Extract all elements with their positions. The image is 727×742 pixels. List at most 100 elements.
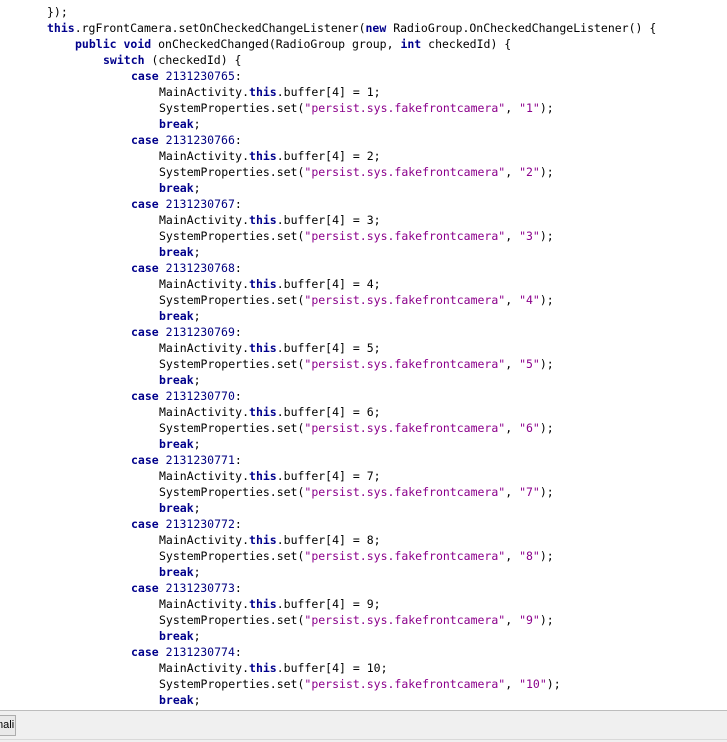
code-token: : [234, 453, 242, 467]
code-token: 2131230765 [165, 69, 235, 83]
code-token: .buffer[4] = 10; [276, 661, 388, 675]
code-token: "persist.sys.fakefrontcamera" [304, 421, 506, 435]
code-token: case [131, 645, 159, 659]
code-line: MainActivity.this.buffer[4] = 10; [159, 660, 388, 676]
code-token: ); [539, 165, 554, 179]
code-token: 2131230769 [165, 325, 235, 339]
code-token: case [131, 69, 159, 83]
code-line: break; [159, 564, 201, 580]
code-token: , [505, 613, 520, 627]
code-token: ; [193, 629, 201, 643]
code-line: break; [159, 436, 201, 452]
code-line: SystemProperties.set("persist.sys.fakefr… [159, 484, 554, 500]
code-line: SystemProperties.set("persist.sys.fakefr… [159, 356, 554, 372]
code-token: SystemProperties.set( [159, 677, 305, 691]
code-token: , [505, 165, 520, 179]
code-token: "persist.sys.fakefrontcamera" [304, 613, 506, 627]
code-token: checkedId) { [421, 37, 512, 51]
code-token: this [249, 597, 277, 611]
partial-line-fragment [46, 0, 52, 2]
code-token: : [234, 261, 242, 275]
code-token: SystemProperties.set( [159, 293, 305, 307]
code-token: .buffer[4] = 6; [276, 405, 381, 419]
code-token: ; [193, 565, 201, 579]
code-token: break [159, 693, 194, 707]
code-line: SystemProperties.set("persist.sys.fakefr… [159, 292, 554, 308]
code-token: MainActivity. [159, 277, 250, 291]
code-token: onCheckedChanged(RadioGroup group, [151, 37, 401, 51]
code-token: SystemProperties.set( [159, 485, 305, 499]
code-line: break; [159, 244, 201, 260]
code-token: break [159, 245, 194, 259]
bottom-bar: mali [0, 711, 727, 742]
code-token: this [47, 21, 75, 35]
code-token: ; [193, 693, 201, 707]
code-line: MainActivity.this.buffer[4] = 1; [159, 84, 381, 100]
code-token: , [505, 357, 520, 371]
code-token: MainActivity. [159, 597, 250, 611]
code-token: (checkedId) { [144, 53, 242, 67]
code-token: 2131230774 [165, 645, 235, 659]
code-line: MainActivity.this.buffer[4] = 7; [159, 468, 381, 484]
code-line: case 2131230767: [131, 196, 242, 212]
code-token: "persist.sys.fakefrontcamera" [304, 101, 506, 115]
code-token: ; [193, 117, 201, 131]
bottom-tab[interactable]: mali [0, 715, 16, 736]
code-token: void [123, 37, 152, 51]
code-token: case [131, 389, 159, 403]
code-token: .buffer[4] = 3; [276, 213, 381, 227]
code-token: break [159, 181, 194, 195]
code-token: 2131230772 [165, 517, 235, 531]
code-token: }); [47, 5, 68, 19]
code-token: , [505, 485, 520, 499]
code-token: .buffer[4] = 4; [276, 277, 381, 291]
code-line: SystemProperties.set("persist.sys.fakefr… [159, 548, 554, 564]
code-token: , [505, 293, 520, 307]
code-token: this [249, 469, 277, 483]
code-token: MainActivity. [159, 213, 250, 227]
code-token: .buffer[4] = 8; [276, 533, 381, 547]
code-token: "4" [519, 293, 540, 307]
code-line: SystemProperties.set("persist.sys.fakefr… [159, 612, 554, 628]
code-token: MainActivity. [159, 85, 250, 99]
code-token: MainActivity. [159, 341, 250, 355]
code-token: : [234, 645, 242, 659]
code-line: break; [159, 372, 201, 388]
code-token: ); [539, 229, 554, 243]
code-line: case 2131230772: [131, 516, 242, 532]
code-token: ); [539, 101, 554, 115]
code-token: MainActivity. [159, 533, 250, 547]
code-token: this [249, 341, 277, 355]
bottom-tab-label: mali [0, 719, 15, 731]
code-line: case 2131230774: [131, 644, 242, 660]
code-line: switch (checkedId) { [103, 52, 241, 68]
code-token: .buffer[4] = 9; [276, 597, 381, 611]
code-token: : [234, 389, 242, 403]
code-token: MainActivity. [159, 149, 250, 163]
code-token: "persist.sys.fakefrontcamera" [304, 549, 506, 563]
code-line: this.rgFrontCamera.setOnCheckedChangeLis… [47, 20, 656, 36]
code-token: switch [103, 53, 145, 67]
code-token: SystemProperties.set( [159, 421, 305, 435]
code-token: case [131, 325, 159, 339]
code-line: break; [159, 308, 201, 324]
code-line: case 2131230765: [131, 68, 242, 84]
code-token: ); [539, 293, 554, 307]
code-token: 2131230767 [165, 197, 235, 211]
code-token: int [400, 37, 422, 51]
code-token: break [159, 309, 194, 323]
code-line: SystemProperties.set("persist.sys.fakefr… [159, 164, 554, 180]
code-line: MainActivity.this.buffer[4] = 3; [159, 212, 381, 228]
code-token: ; [193, 437, 201, 451]
code-token: ); [539, 549, 554, 563]
code-token: : [234, 325, 242, 339]
code-token: ); [539, 485, 554, 499]
code-line: SystemProperties.set("persist.sys.fakefr… [159, 100, 554, 116]
code-token: ; [193, 181, 201, 195]
code-editor[interactable]: }); this.rgFrontCamera.setOnCheckedChange… [0, 0, 727, 710]
code-token: break [159, 565, 194, 579]
code-token: this [249, 213, 277, 227]
code-token: new [365, 21, 387, 35]
code-token: this [249, 277, 277, 291]
